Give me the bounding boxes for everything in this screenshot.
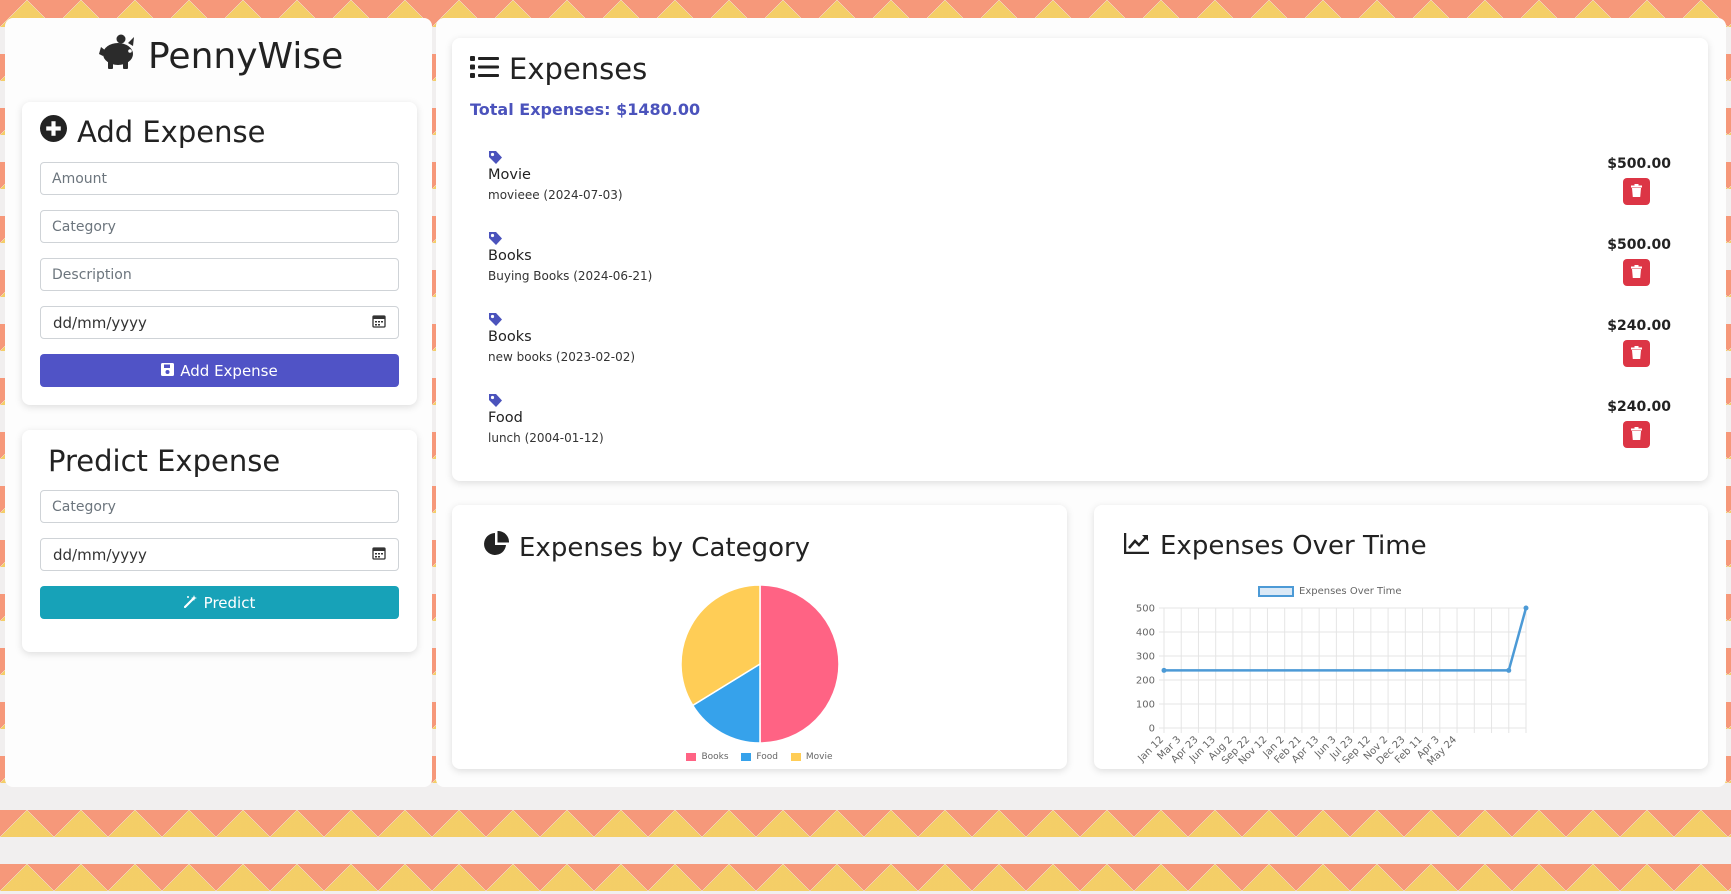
expense-item: Books Buying Books (2024-06-21) $500.00 — [488, 231, 1683, 301]
expense-item: Books new books (2023-02-02) $240.00 — [488, 312, 1683, 382]
category-pie-chart-frame — [680, 584, 840, 744]
expense-description: lunch (2004-01-12) — [488, 431, 604, 445]
legend-item-food: Food — [741, 752, 778, 762]
expense-amount: $500.00 — [1607, 237, 1671, 253]
predict-button[interactable]: Predict — [40, 586, 399, 619]
list-icon — [470, 52, 499, 86]
predict-category-input[interactable] — [40, 490, 399, 523]
expense-category: Food — [488, 410, 523, 426]
legend-swatch — [741, 753, 752, 761]
legend-swatch — [1258, 586, 1294, 597]
expense-item: Movie movieee (2024-07-03) $500.00 — [488, 150, 1683, 220]
data-point — [1506, 667, 1512, 673]
add-expense-title: Add Expense — [40, 115, 265, 149]
category-chart-title: Expenses by Category — [483, 530, 811, 564]
category-input[interactable] — [40, 210, 399, 243]
pie-slice-books — [759, 584, 840, 744]
trash-icon — [1631, 426, 1642, 443]
delete-button[interactable] — [1623, 259, 1650, 286]
category-chart-title-text: Expenses by Category — [519, 532, 811, 563]
add-expense-title-text: Add Expense — [77, 115, 266, 149]
y-tick-label: 200 — [1136, 676, 1155, 687]
predict-button-label: Predict — [203, 593, 256, 612]
trash-icon — [1631, 183, 1642, 200]
delete-button[interactable] — [1623, 178, 1650, 205]
series-line — [1164, 607, 1528, 672]
expense-amount: $240.00 — [1607, 318, 1671, 334]
legend-item-movie: Movie — [790, 752, 833, 762]
calendar-icon[interactable] — [372, 314, 386, 332]
description-input[interactable] — [40, 258, 399, 291]
add-expense-button[interactable]: Add Expense — [40, 354, 399, 387]
time-chart-title-text: Expenses Over Time — [1160, 531, 1427, 561]
predict-expense-title: Predict Expense — [48, 444, 280, 478]
y-tick-label: 300 — [1136, 652, 1155, 663]
plus-circle-icon — [40, 115, 67, 149]
tag-icon — [488, 150, 503, 165]
delete-button[interactable] — [1623, 421, 1650, 448]
calendar-icon[interactable] — [372, 546, 386, 564]
legend-item-books: Books — [686, 752, 729, 762]
y-tick-label: 0 — [1149, 724, 1155, 735]
magic-wand-icon — [183, 594, 198, 612]
y-tick-label: 500 — [1136, 604, 1155, 615]
expenses-title: Expenses — [470, 52, 647, 86]
expense-category: Books — [488, 248, 532, 264]
legend-label: Food — [756, 752, 779, 762]
time-line-chart: 0100200300400500Jan 12Mar 3Apr 23Jun 13A… — [1135, 604, 1529, 768]
data-point — [1161, 667, 1167, 673]
predict-expense-title-text: Predict Expense — [48, 444, 281, 478]
expense-item: Food lunch (2004-01-12) $240.00 — [488, 393, 1683, 463]
expense-category: Books — [488, 329, 532, 345]
date-input[interactable]: dd/mm/yyyy — [40, 306, 399, 339]
tag-icon — [488, 231, 503, 246]
trash-icon — [1631, 345, 1642, 362]
legend-swatch — [790, 753, 801, 761]
brand-name: PennyWise — [148, 35, 344, 77]
legend-label: Movie — [805, 752, 833, 762]
expense-description: new books (2023-02-02) — [488, 350, 636, 364]
pie-chart-icon — [483, 530, 510, 564]
add-expense-button-label: Add Expense — [180, 361, 278, 380]
date-placeholder: dd/mm/yyyy — [53, 313, 147, 332]
expense-category: Movie — [488, 167, 531, 183]
expense-description: movieee (2024-07-03) — [488, 188, 623, 202]
expense-amount: $500.00 — [1607, 156, 1671, 172]
legend-label: Books — [701, 752, 729, 762]
time-chart-title: Expenses Over Time — [1123, 531, 1427, 561]
amount-input[interactable] — [40, 162, 399, 195]
total-expenses: Total Expenses: $1480.00 — [470, 100, 701, 119]
predict-date-placeholder: dd/mm/yyyy — [53, 545, 147, 564]
piggy-bank-icon — [98, 34, 140, 79]
trash-icon — [1631, 264, 1642, 281]
y-tick-label: 100 — [1136, 700, 1155, 711]
predict-date-input[interactable]: dd/mm/yyyy — [40, 538, 399, 571]
legend-label: Expenses Over Time — [1299, 586, 1402, 597]
data-point — [1523, 605, 1529, 611]
delete-button[interactable] — [1623, 340, 1650, 367]
line-chart-icon — [1123, 531, 1150, 561]
expense-description: Buying Books (2024-06-21) — [488, 269, 653, 283]
y-tick-label: 400 — [1136, 628, 1155, 639]
legend-swatch — [686, 753, 697, 761]
tag-icon — [488, 312, 503, 327]
expense-amount: $240.00 — [1607, 399, 1671, 415]
save-icon — [161, 362, 175, 380]
brand: PennyWise — [98, 34, 343, 78]
expenses-title-text: Expenses — [509, 52, 648, 86]
tag-icon — [488, 393, 503, 408]
line-legend: Expenses Over Time — [1258, 586, 1402, 597]
pie-legend: Books Food Movie — [452, 752, 1067, 764]
